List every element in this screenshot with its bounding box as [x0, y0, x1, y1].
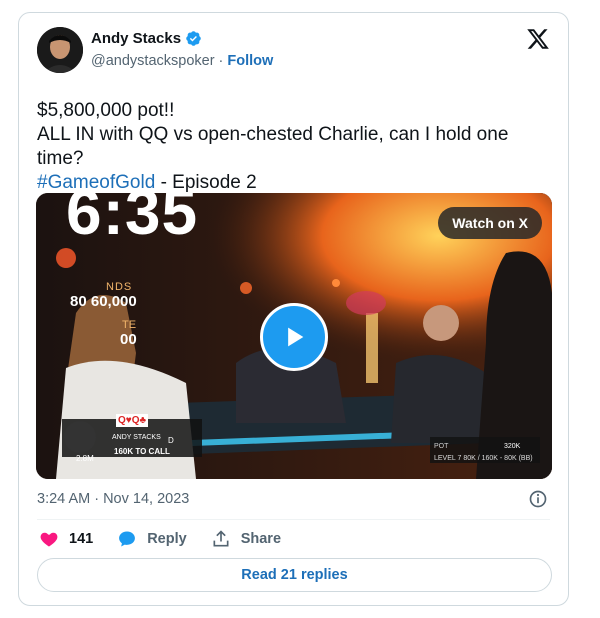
video-ante-label: TE — [122, 319, 137, 331]
video-blinds-label: NDS — [106, 281, 133, 293]
hashtag-link[interactable]: #GameofGold — [37, 172, 155, 193]
follow-button[interactable]: Follow — [227, 53, 273, 69]
share-icon — [213, 530, 229, 547]
video-blinds: 80 60,000 — [70, 293, 137, 310]
share-button[interactable]: Share — [211, 529, 281, 549]
author-handle[interactable]: @andystackspoker — [91, 53, 215, 69]
video-to-call: 160K TO CALL — [114, 447, 170, 456]
play-icon — [288, 327, 304, 347]
reply-label: Reply — [147, 531, 187, 547]
tweet-line-1: $5,800,000 pot!! — [37, 100, 175, 121]
video-level: LEVEL 7 80K / 160K - 80K (BB) — [434, 455, 533, 462]
tweet-card: Andy Stacks @andystackspoker · Follow $5… — [18, 12, 569, 606]
heart-icon — [40, 532, 58, 547]
like-count: 141 — [69, 531, 94, 547]
video-pot-value: 320K — [504, 443, 521, 450]
video-ante: 00 — [120, 331, 137, 348]
separator-dot: · — [218, 53, 224, 69]
tweet-text: $5,800,000 pot!! ALL IN with QQ vs open-… — [37, 99, 557, 195]
reply-button[interactable]: Reply — [117, 529, 187, 549]
video-player[interactable]: 6:35 NDS 80 60,000 TE 00 Q♥Q♣ ANDY STACK… — [36, 193, 552, 479]
tweet-timestamp[interactable]: 3:24 AM · Nov 14, 2023 — [37, 491, 189, 507]
share-label: Share — [240, 531, 282, 547]
x-logo-icon[interactable] — [526, 27, 550, 51]
divider — [37, 519, 550, 520]
video-dealer-button: D — [168, 436, 174, 445]
video-player-chips: 2.8M — [76, 454, 94, 463]
like-button[interactable]: 141 — [39, 529, 93, 549]
tweet-line-2: ALL IN with QQ vs open-chested Charlie, … — [37, 124, 509, 169]
video-hole-cards: Q♥Q♣ — [116, 414, 149, 427]
video-player-name: ANDY STACKS — [112, 434, 161, 441]
play-button[interactable] — [260, 303, 328, 371]
video-pot-label: POT — [434, 443, 449, 450]
avatar[interactable] — [37, 27, 83, 73]
verified-badge-icon — [186, 31, 201, 46]
video-clock: 6:35 — [66, 193, 199, 248]
tweet-line-3: - Episode 2 — [155, 172, 257, 193]
watch-on-x-button[interactable]: Watch on X — [438, 207, 542, 239]
info-icon[interactable] — [528, 489, 548, 509]
author-name[interactable]: Andy Stacks — [91, 30, 181, 47]
reply-bubble-icon — [119, 531, 136, 547]
action-bar: 141 Reply Share — [39, 529, 305, 549]
read-replies-button[interactable]: Read 21 replies — [37, 558, 552, 592]
